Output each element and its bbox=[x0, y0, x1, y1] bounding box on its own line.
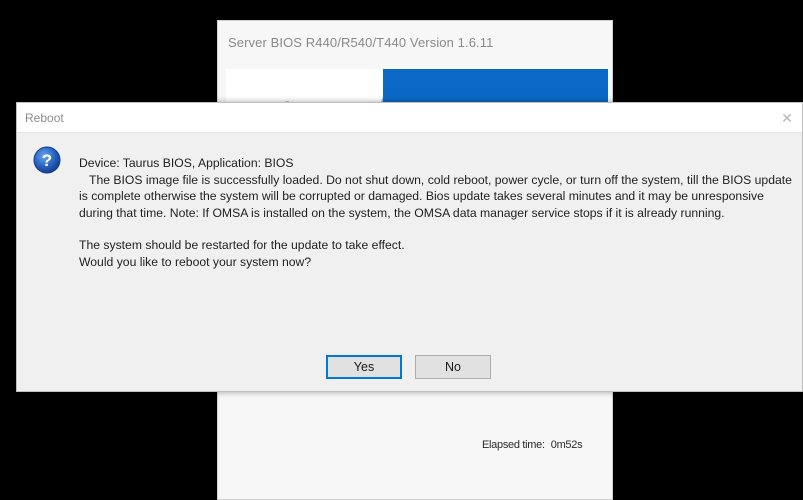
message-restart-line: The system should be restarted for the u… bbox=[79, 238, 405, 253]
close-icon[interactable]: ✕ bbox=[778, 109, 796, 127]
screen: Server BIOS R440/R540/T440 Version 1.6.1… bbox=[0, 0, 803, 500]
message-spacer bbox=[79, 221, 797, 237]
yes-button[interactable]: Yes bbox=[326, 355, 402, 379]
bios-update-window-title: Server BIOS R440/R540/T440 Version 1.6.1… bbox=[228, 35, 494, 50]
question-icon: ? bbox=[33, 146, 61, 174]
no-button[interactable]: No bbox=[415, 355, 491, 379]
message-question-line: Would you like to reboot your system now… bbox=[79, 254, 312, 269]
dialog-message: Device: Taurus BIOS, Application: BIOS T… bbox=[79, 155, 797, 271]
message-device-line: Device: Taurus BIOS, Application: BIOS bbox=[79, 156, 294, 170]
reboot-dialog: Reboot ✕ ? Device: Taurus BIOS, Applicat… bbox=[16, 102, 803, 392]
svg-text:?: ? bbox=[42, 151, 52, 170]
elapsed-time-label: Elapsed time: bbox=[482, 439, 545, 451]
dialog-title: Reboot bbox=[25, 111, 64, 125]
elapsed-time-value: 0m52s bbox=[550, 439, 583, 451]
dialog-titlebar[interactable]: Reboot ✕ bbox=[17, 103, 802, 133]
elapsed-time: Elapsed time: 0m52s bbox=[482, 439, 583, 451]
message-warning-paragraph: The BIOS image file is successfully load… bbox=[79, 172, 792, 220]
